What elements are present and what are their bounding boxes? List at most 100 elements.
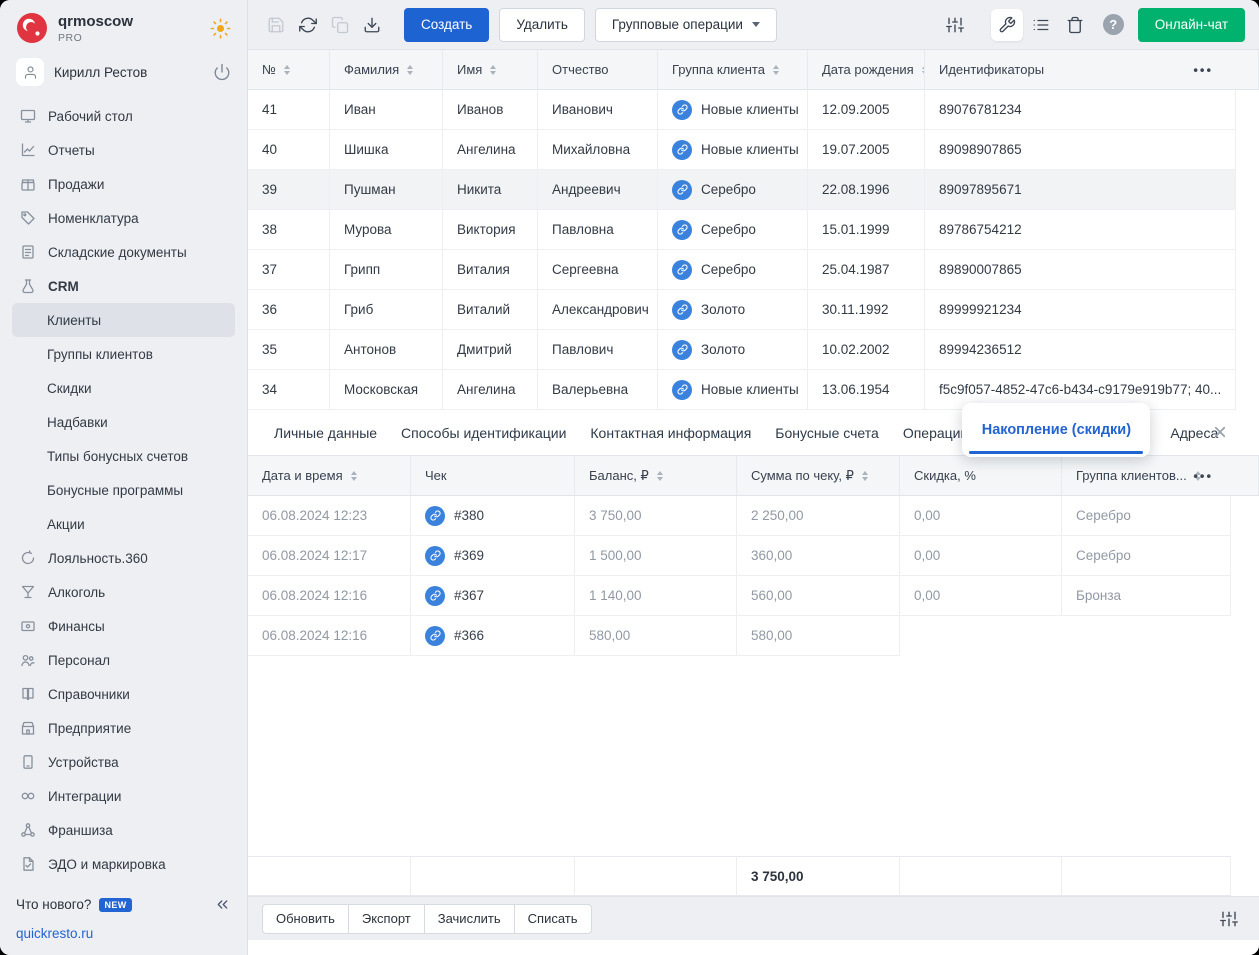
clients-column-header-5[interactable]: Дата рождения xyxy=(808,50,925,89)
sidebar-item-3[interactable]: Номенклатура xyxy=(12,201,235,235)
sidebar-item-6[interactable]: Клиенты xyxy=(12,303,235,337)
collapse-sidebar-icon[interactable] xyxy=(214,896,231,913)
sidebar-item-1[interactable]: Отчеты xyxy=(12,133,235,167)
sidebar-item-0[interactable]: Рабочий стол xyxy=(12,99,235,133)
create-button[interactable]: Создать xyxy=(404,8,489,42)
sidebar-item-13[interactable]: Лояльность.360 xyxy=(12,541,235,575)
client-group-label: Новые клиенты xyxy=(701,102,799,117)
sidebar-item-11[interactable]: Бонусные программы xyxy=(12,473,235,507)
link-icon[interactable] xyxy=(672,100,692,120)
operations-column-header-0[interactable]: Дата и время xyxy=(248,456,411,495)
sort-icon[interactable] xyxy=(773,65,779,75)
export-button[interactable]: Экспорт xyxy=(348,904,425,934)
sidebar-item-15[interactable]: Финансы xyxy=(12,609,235,643)
client-middlename-cell: Валерьевна xyxy=(538,370,658,410)
sidebar-item-17[interactable]: Справочники xyxy=(12,677,235,711)
clients-column-header-1[interactable]: Фамилия xyxy=(330,50,443,89)
link-icon[interactable] xyxy=(672,220,692,240)
sidebar-item-14[interactable]: Алкоголь xyxy=(12,575,235,609)
accrue-button[interactable]: Зачислить xyxy=(424,904,515,934)
theme-toggle-sun-icon[interactable] xyxy=(210,18,231,39)
client-group-label: Серебро xyxy=(701,182,756,197)
sort-icon[interactable] xyxy=(657,471,663,481)
sort-icon[interactable] xyxy=(351,471,357,481)
sidebar-item-20[interactable]: Интеграции xyxy=(12,779,235,813)
link-icon[interactable] xyxy=(672,300,692,320)
sidebar-item-16[interactable]: Персонал xyxy=(12,643,235,677)
sort-icon[interactable] xyxy=(407,65,413,75)
link-icon[interactable] xyxy=(672,260,692,280)
clients-column-header-2[interactable]: Имя xyxy=(443,50,538,89)
site-link[interactable]: quickresto.ru xyxy=(16,926,93,941)
operation-row-1[interactable]: 06.08.2024 12:17#3691 500,00360,000,00Се… xyxy=(248,536,1231,576)
tools-icon[interactable] xyxy=(991,9,1023,41)
sidebar-item-9[interactable]: Надбавки xyxy=(12,405,235,439)
operations-columns-menu-icon[interactable]: ••• xyxy=(1193,468,1213,483)
operations-column-header-2[interactable]: Баланс, ₽ xyxy=(575,456,737,495)
trash-icon[interactable] xyxy=(1059,9,1091,41)
tab-1[interactable]: Способы идентификации xyxy=(401,425,566,441)
client-row-37[interactable]: 37ГриппВиталияСергеевнаСеребро25.04.1987… xyxy=(248,250,1236,290)
link-icon[interactable] xyxy=(425,586,445,606)
operation-row-2[interactable]: 06.08.2024 12:16#3671 140,00560,000,00Бр… xyxy=(248,576,1231,616)
tab-0[interactable]: Личные данные xyxy=(274,425,377,441)
writeoff-button[interactable]: Списать xyxy=(514,904,592,934)
sidebar-item-10[interactable]: Типы бонусных счетов xyxy=(12,439,235,473)
link-icon[interactable] xyxy=(672,380,692,400)
client-row-35[interactable]: 35АнтоновДмитрийПавловичЗолото10.02.2002… xyxy=(248,330,1236,370)
clients-columns-menu-icon[interactable]: ••• xyxy=(1193,62,1213,77)
sidebar-item-4[interactable]: Складские документы xyxy=(12,235,235,269)
sidebar-item-label: Скидки xyxy=(47,381,92,396)
delete-button[interactable]: Удалить xyxy=(499,8,585,42)
export-download-icon[interactable] xyxy=(356,9,388,41)
list-view-icon[interactable] xyxy=(1025,9,1057,41)
sort-icon[interactable] xyxy=(862,471,868,481)
detail-sliders-icon[interactable] xyxy=(1213,903,1245,935)
whats-new-link[interactable]: Что нового? NEW xyxy=(0,891,247,918)
operation-row-3[interactable]: 06.08.2024 12:16#366580,00580,00 xyxy=(248,616,1231,656)
refresh-button[interactable]: Обновить xyxy=(262,904,349,934)
help-icon[interactable]: ? xyxy=(1103,14,1124,35)
operation-balance-cell: 1 500,00 xyxy=(575,536,737,576)
client-row-41[interactable]: 41ИванИвановИвановичНовые клиенты12.09.2… xyxy=(248,90,1236,130)
client-group-cell: Золото xyxy=(658,290,808,330)
group-operations-button[interactable]: Групповые операции xyxy=(595,8,777,42)
link-icon[interactable] xyxy=(425,546,445,566)
close-panel-icon[interactable]: × xyxy=(1207,421,1233,445)
link-icon[interactable] xyxy=(425,506,445,526)
link-icon[interactable] xyxy=(672,140,692,160)
operations-column-header-3[interactable]: Сумма по чеку, ₽ xyxy=(737,456,900,495)
client-row-39[interactable]: 39ПушманНикитаАндреевичСеребро22.08.1996… xyxy=(248,170,1236,210)
link-icon[interactable] xyxy=(425,626,445,646)
sidebar-item-21[interactable]: Франшиза xyxy=(12,813,235,847)
sort-icon[interactable] xyxy=(490,65,496,75)
sidebar-item-18[interactable]: Предприятие xyxy=(12,711,235,745)
sidebar-item-19[interactable]: Устройства xyxy=(12,745,235,779)
sidebar-item-12[interactable]: Акции xyxy=(12,507,235,541)
column-settings-sliders-icon[interactable] xyxy=(939,9,971,41)
link-icon[interactable] xyxy=(672,340,692,360)
client-row-40[interactable]: 40ШишкаАнгелинаМихайловнаНовые клиенты19… xyxy=(248,130,1236,170)
sidebar-item-2[interactable]: Продажи xyxy=(12,167,235,201)
online-chat-button[interactable]: Онлайн-чат xyxy=(1138,8,1245,42)
sort-icon[interactable] xyxy=(284,65,290,75)
sidebar-item-22[interactable]: ЭДО и маркировка xyxy=(12,847,235,881)
tab-2[interactable]: Контактная информация xyxy=(590,425,751,441)
link-icon[interactable] xyxy=(672,180,692,200)
client-row-38[interactable]: 38МуроваВикторияПавловнаСеребро15.01.199… xyxy=(248,210,1236,250)
client-firstname-cell: Иванов xyxy=(443,90,538,130)
client-row-36[interactable]: 36ГрибВиталийАлександровичЗолото30.11.19… xyxy=(248,290,1236,330)
sidebar-item-label: Франшиза xyxy=(48,823,113,838)
logout-power-icon[interactable] xyxy=(213,63,231,81)
sidebar-item-5[interactable]: CRM xyxy=(12,269,235,303)
sidebar-item-7[interactable]: Группы клиентов xyxy=(12,337,235,371)
operation-row-0[interactable]: 06.08.2024 12:23#3803 750,002 250,000,00… xyxy=(248,496,1231,536)
clients-column-header-4[interactable]: Группа клиента xyxy=(658,50,808,89)
current-user[interactable]: Кирилл Рестов xyxy=(0,50,247,92)
operations-column-header-5[interactable]: Группа клиентов... xyxy=(1062,456,1259,495)
tab-active[interactable]: Накопление (скидки) xyxy=(962,403,1150,457)
refresh-icon[interactable] xyxy=(292,9,324,41)
clients-column-header-0[interactable]: № xyxy=(248,50,330,89)
sidebar-item-8[interactable]: Скидки xyxy=(12,371,235,405)
tab-3[interactable]: Бонусные счета xyxy=(775,425,879,441)
